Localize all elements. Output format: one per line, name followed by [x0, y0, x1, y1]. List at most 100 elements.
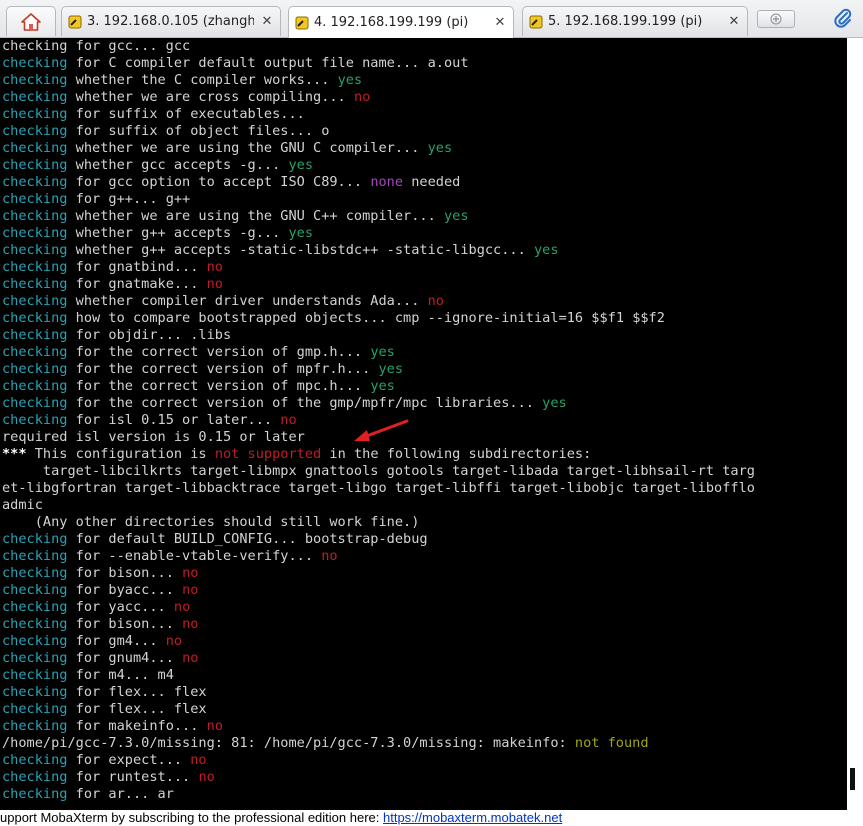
terminal-text: whether we are using the GNU C++ compile…: [67, 208, 444, 224]
checking-keyword: checking: [2, 531, 68, 547]
terminal-line: /home/pi/gcc-7.3.0/missing: 81: /home/pi…: [0, 735, 847, 752]
tab-session-4[interactable]: 4. 192.168.199.199 (pi) ✕: [288, 6, 514, 38]
new-tab-button[interactable]: [757, 10, 795, 28]
checking-keyword: checking: [2, 276, 68, 292]
terminal-output[interactable]: checking for gcc... gcc checking for C co…: [0, 38, 847, 810]
terminal-line: checking for runtest... no: [0, 769, 847, 786]
checking-keyword: checking: [2, 327, 68, 343]
terminal-text: for gnatbind...: [67, 259, 207, 275]
checking-keyword: checking: [2, 667, 68, 683]
status-bar: upport MobaXterm by subscribing to the p…: [0, 810, 863, 826]
terminal-text: for gm4...: [67, 633, 166, 649]
terminal-line: checking for gcc... gcc: [0, 38, 847, 55]
professional-edition-link[interactable]: https://mobaxterm.mobatek.net: [383, 810, 562, 825]
status-yes: yes: [533, 242, 559, 258]
terminal-line: required isl version is 0.15 or later: [0, 429, 847, 446]
checking-keyword: checking: [2, 395, 68, 411]
terminal-line: checking for isl 0.15 or later... no: [0, 412, 847, 429]
checking-keyword: checking: [2, 72, 68, 88]
terminal-text: This configuration is: [26, 446, 215, 462]
terminal-line: checking for --enable-vtable-verify... n…: [0, 548, 847, 565]
checking-keyword: checking: [2, 157, 68, 173]
paperclip-icon[interactable]: [832, 7, 854, 29]
close-icon[interactable]: ✕: [260, 14, 274, 29]
terminal-text: for m4... m4: [67, 667, 174, 683]
terminal-line: checking whether the C compiler works...…: [0, 72, 847, 89]
terminal-text: whether g++ accepts -g...: [67, 225, 289, 241]
status-yes: yes: [288, 225, 314, 241]
terminal-line: checking for gcc option to accept ISO C8…: [0, 174, 847, 191]
checking-keyword: checking: [2, 565, 68, 581]
checking-keyword: checking: [2, 616, 68, 632]
checking-keyword: checking: [2, 344, 68, 360]
terminal-line: checking for gnatmake... no: [0, 276, 847, 293]
terminal-line: checking for C compiler default output f…: [0, 55, 847, 72]
status-no: no: [321, 548, 338, 564]
terminal-line: checking whether we are cross compiling.…: [0, 89, 847, 106]
terminal-text: needed: [403, 174, 461, 190]
status-yes: yes: [542, 395, 567, 411]
checking-keyword: checking: [2, 752, 68, 768]
terminal-line: checking whether compiler driver underst…: [0, 293, 847, 310]
scrollbar-thumb[interactable]: [850, 768, 855, 790]
tab-session-5[interactable]: 5. 192.168.199.199 (pi) ✕: [522, 6, 748, 36]
terminal-line: checking for expect... no: [0, 752, 847, 769]
terminal-text: whether we are using the GNU C compiler.…: [67, 140, 428, 156]
terminal-text: for flex... flex: [67, 684, 207, 700]
terminal-line: et-libgfortran target-libbacktrace targe…: [0, 480, 847, 497]
terminal-text: whether g++ accepts -static-libstdc++ -s…: [67, 242, 534, 258]
checking-keyword: checking: [2, 650, 68, 666]
terminal-line: checking for the correct version of mpc.…: [0, 378, 847, 395]
tab-session-3[interactable]: 3. 192.168.0.105 (zhanghui) ✕: [61, 6, 281, 36]
terminal-text: for bison...: [67, 616, 183, 632]
checking-keyword: checking: [2, 310, 68, 326]
terminal-text: whether gcc accepts -g...: [67, 157, 289, 173]
home-tab[interactable]: [6, 6, 56, 36]
terminal-line: checking whether g++ accepts -static-lib…: [0, 242, 847, 259]
checking-keyword: checking: [2, 225, 68, 241]
terminal-line: checking for objdir... .libs: [0, 327, 847, 344]
checking-keyword: checking: [2, 548, 68, 564]
close-icon[interactable]: ✕: [727, 14, 741, 29]
status-no: no: [182, 650, 199, 666]
checking-keyword: checking: [2, 378, 68, 394]
terminal-line: (Any other directories should still work…: [0, 514, 847, 531]
status-no: no: [190, 752, 207, 768]
terminal-text: for yacc...: [67, 599, 174, 615]
terminal-text: for suffix of executables...: [67, 106, 305, 122]
status-no: no: [182, 582, 199, 598]
terminal-line: checking for byacc... no: [0, 582, 847, 599]
terminal-text: for gcc option to accept ISO C89...: [67, 174, 371, 190]
terminal-text: for bison...: [67, 565, 183, 581]
status-no: no: [280, 412, 297, 428]
status-no: not supported: [214, 446, 322, 462]
checking-keyword: checking: [2, 191, 68, 207]
terminal-line: checking for flex... flex: [0, 701, 847, 718]
close-icon[interactable]: ✕: [493, 15, 507, 30]
status-no: no: [182, 565, 199, 581]
terminal-line: checking for the correct version of the …: [0, 395, 847, 412]
checking-keyword: checking: [2, 242, 68, 258]
checking-keyword: checking: [2, 786, 68, 802]
terminal-line: checking for the correct version of gmp.…: [0, 344, 847, 361]
checking-keyword: checking: [2, 293, 68, 309]
terminal-tab-icon: [529, 15, 543, 28]
terminal-text: /home/pi/gcc-7.3.0/missing: 81: /home/pi…: [2, 735, 575, 751]
status-yes: yes: [378, 361, 404, 377]
terminal-tab-icon: [295, 16, 309, 29]
status-no: no: [206, 259, 223, 275]
terminal-text: whether we are cross compiling...: [67, 89, 354, 105]
terminal-line: checking whether we are using the GNU C …: [0, 140, 847, 157]
terminal-text: how to compare bootstrapped objects... c…: [67, 310, 665, 326]
checking-keyword: checking: [2, 55, 68, 71]
terminal-text: for isl 0.15 or later...: [67, 412, 281, 428]
terminal-text: et-libgfortran target-libbacktrace targe…: [2, 480, 755, 496]
terminal-text: for C compiler default output file name.…: [67, 55, 469, 71]
terminal-text: for --enable-vtable-verify...: [67, 548, 322, 564]
status-no: no: [165, 633, 183, 649]
terminal-text: admic: [2, 497, 43, 513]
terminal-scrollbar[interactable]: [847, 38, 863, 810]
terminal-tab-icon: [68, 15, 82, 28]
terminal-text: for g++... g++: [67, 191, 191, 207]
status-no: no: [206, 718, 223, 734]
